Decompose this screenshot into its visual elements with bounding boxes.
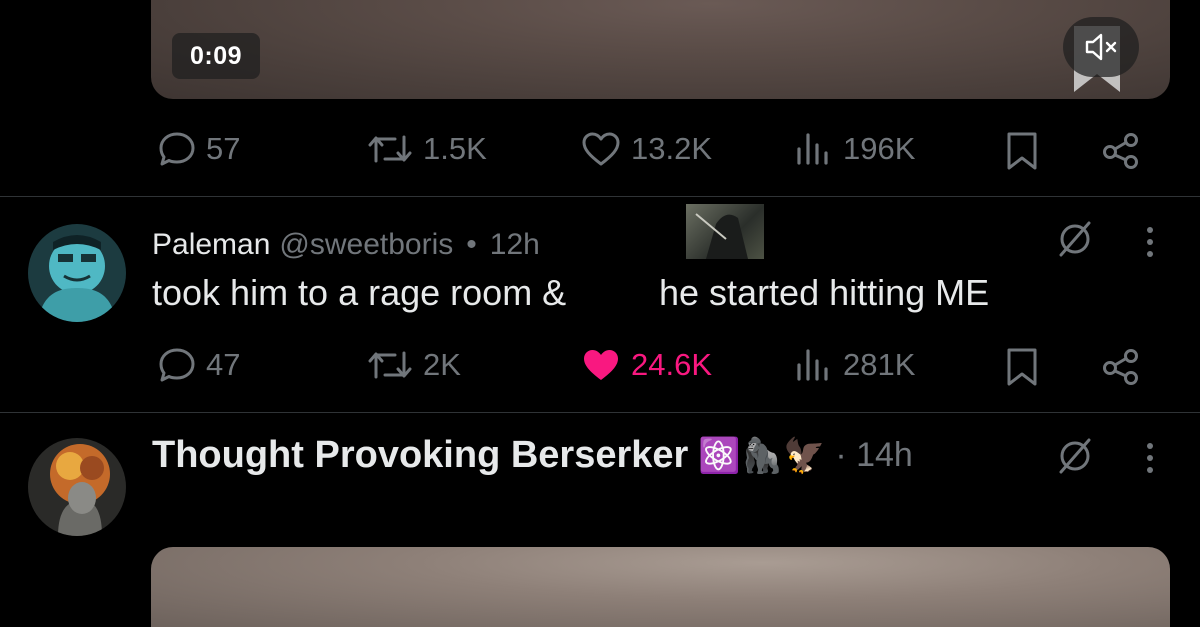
bookmark-button[interactable] <box>1005 347 1039 387</box>
heart-filled-icon <box>584 350 618 380</box>
analytics-icon <box>797 349 828 381</box>
views-button[interactable]: 281K <box>795 347 915 383</box>
more-vertical-icon <box>1147 443 1153 473</box>
retweet-button[interactable]: 1.5K <box>367 131 487 167</box>
timestamp[interactable]: · 14h <box>835 436 913 475</box>
retweet-icon <box>368 351 412 379</box>
profile-emojis: ⚛️🦍🦅 <box>698 436 826 475</box>
divider <box>0 412 1200 413</box>
reply-button[interactable]: 57 <box>158 131 240 167</box>
bookmark-button[interactable] <box>1005 131 1039 171</box>
tweet-header: Thought Provoking Berserker ⚛️🦍🦅 · 14h <box>152 434 913 477</box>
video-player-bottom[interactable] <box>151 547 1170 627</box>
tweet-text-part1: took him to a rage room & <box>152 272 567 313</box>
retweet-count: 2K <box>423 347 461 382</box>
share-button[interactable] <box>1101 131 1141 171</box>
grok-icon <box>1059 221 1091 257</box>
separator-dot: • <box>466 228 477 261</box>
reply-count: 47 <box>206 347 241 382</box>
mute-button[interactable] <box>1063 17 1139 77</box>
like-button[interactable]: 24.6K <box>581 347 712 383</box>
grok-button[interactable] <box>1055 436 1095 481</box>
like-button[interactable]: 13.2K <box>581 131 712 167</box>
divider <box>0 196 1200 197</box>
display-name[interactable]: Paleman <box>152 228 270 262</box>
speaker-muted-icon <box>1085 33 1117 61</box>
reply-icon <box>159 132 195 166</box>
bookmark-icon <box>1007 132 1037 170</box>
more-options-button[interactable] <box>1140 224 1160 265</box>
reply-count: 57 <box>206 131 241 166</box>
grok-button[interactable] <box>1055 219 1095 264</box>
reply-button[interactable]: 47 <box>158 347 240 383</box>
view-count: 196K <box>843 131 916 166</box>
avatar[interactable] <box>28 224 126 322</box>
grok-icon <box>1059 438 1091 474</box>
user-handle[interactable]: @sweetboris <box>279 228 453 262</box>
views-button[interactable]: 196K <box>795 131 915 167</box>
share-button[interactable] <box>1101 347 1141 387</box>
video-timestamp: 0:09 <box>172 33 260 79</box>
bookmark-icon <box>1007 348 1037 386</box>
tweet-header: Paleman @sweetboris • 12h <box>152 228 540 262</box>
share-icon <box>1103 133 1138 169</box>
like-count: 13.2K <box>631 131 713 166</box>
timestamp[interactable]: 12h <box>490 228 540 262</box>
avatar[interactable] <box>28 438 126 536</box>
more-vertical-icon <box>1147 227 1153 257</box>
more-options-button[interactable] <box>1140 440 1160 481</box>
reply-icon <box>159 348 195 382</box>
like-count: 24.6K <box>631 347 713 382</box>
analytics-icon <box>797 133 828 165</box>
display-name[interactable]: Thought Provoking Berserker <box>152 434 688 477</box>
retweet-icon <box>368 135 412 163</box>
retweet-count: 1.5K <box>423 131 487 166</box>
retweet-button[interactable]: 2K <box>367 347 461 383</box>
heart-outline-icon <box>582 132 620 166</box>
share-icon <box>1103 349 1138 385</box>
tweet-text-part2: he started hitting ME <box>659 272 990 313</box>
media-thumbnail[interactable] <box>686 204 764 259</box>
view-count: 281K <box>843 347 916 382</box>
video-player-top[interactable] <box>151 0 1170 99</box>
